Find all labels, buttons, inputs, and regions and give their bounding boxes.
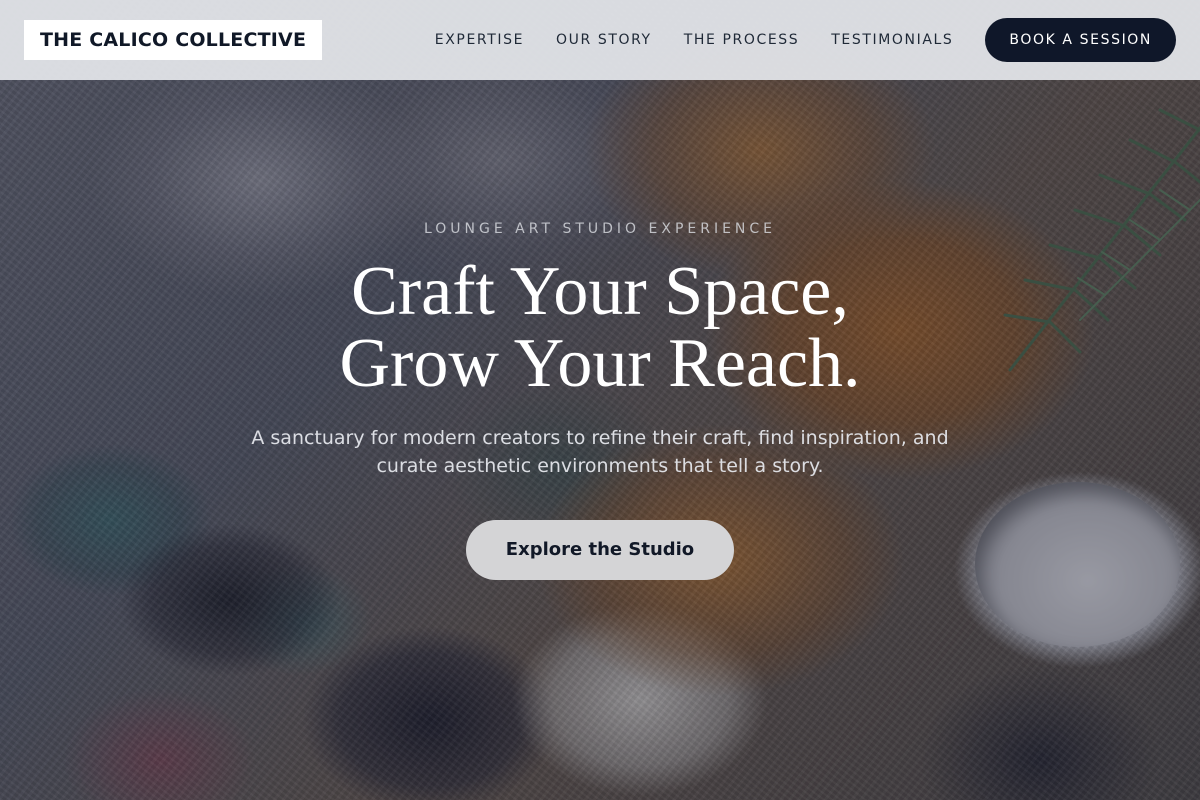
landing-page: THE CALICO COLLECTIVE EXPERTISE OUR STOR… [0, 0, 1200, 800]
nav-link-the-process[interactable]: THE PROCESS [684, 32, 800, 48]
hero-title-line-1: Craft Your Space, [351, 253, 849, 330]
hero-eyebrow: LOUNGE ART STUDIO EXPERIENCE [423, 221, 777, 237]
main-nav: EXPERTISE OUR STORY THE PROCESS TESTIMON… [435, 18, 1176, 62]
nav-link-testimonials[interactable]: TESTIMONIALS [831, 32, 953, 48]
book-session-button[interactable]: BOOK A SESSION [985, 18, 1176, 62]
hero-subtitle: A sanctuary for modern creators to refin… [251, 427, 949, 477]
explore-studio-button[interactable]: Explore the Studio [466, 520, 734, 580]
site-header: THE CALICO COLLECTIVE EXPERTISE OUR STOR… [0, 0, 1200, 80]
brand-logo[interactable]: THE CALICO COLLECTIVE [24, 20, 323, 60]
hero-title: Craft Your Space, Grow Your Reach. [0, 256, 1200, 400]
nav-link-our-story[interactable]: OUR STORY [556, 32, 652, 48]
hero-section: LOUNGE ART STUDIO EXPERIENCE Craft Your … [0, 80, 1200, 800]
hero-title-line-2: Grow Your Reach. [339, 325, 861, 402]
nav-link-expertise[interactable]: EXPERTISE [435, 32, 524, 48]
